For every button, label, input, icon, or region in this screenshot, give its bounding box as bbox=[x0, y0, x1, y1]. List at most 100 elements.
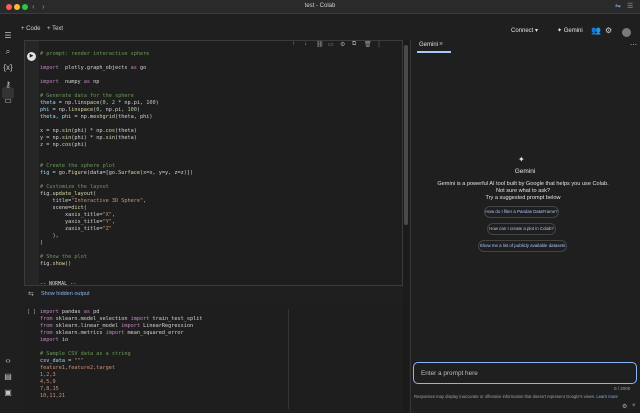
terminal-icon[interactable]: ▣ bbox=[3, 388, 13, 398]
scrollbar-thumb[interactable] bbox=[404, 45, 408, 225]
code-line: csv_data = """ bbox=[40, 358, 84, 364]
tab-underline bbox=[417, 51, 451, 53]
code-line: 1,2,3 bbox=[40, 372, 56, 378]
code-line: scene=dict( bbox=[40, 205, 87, 211]
window-title: test - Colab bbox=[304, 3, 336, 9]
add-code-button[interactable]: + Code bbox=[21, 26, 41, 32]
code-editor[interactable]: # prompt: render interactive sphere impo… bbox=[40, 51, 193, 268]
share-icon[interactable]: ⇋ bbox=[615, 2, 621, 10]
code-cell-2[interactable]: [ ] import pandas as pd from sklearn.mod… bbox=[24, 303, 403, 413]
code-line: 10,11,21 bbox=[40, 393, 65, 399]
code-cell-1[interactable]: ▶ # prompt: render interactive sphere im… bbox=[24, 40, 403, 286]
code-line: yaxis_title="Y", bbox=[40, 219, 115, 225]
link-icon[interactable]: ⛓ bbox=[316, 41, 324, 48]
code-line: fig = go.Figure(data=[go.Surface(x=x, y=… bbox=[40, 170, 194, 176]
chevron-down-icon: ▾ bbox=[535, 28, 539, 34]
code-line: phi = np.linspace(0, np.pi, 100) bbox=[40, 107, 140, 113]
comment-icon[interactable]: ▭ bbox=[328, 41, 334, 48]
mirror-cell-icon[interactable]: ⧉ bbox=[352, 41, 356, 48]
code-line: y = np.sin(phi) * np.sin(theta) bbox=[40, 135, 137, 141]
code-line: from sklearn.model_selection import trai… bbox=[40, 316, 203, 322]
search-icon[interactable]: ⌕ bbox=[3, 47, 13, 57]
avatar[interactable] bbox=[622, 28, 631, 37]
gemini-title: Gemini bbox=[514, 168, 536, 175]
close-icon[interactable]: × bbox=[439, 41, 443, 48]
add-text-label: Text bbox=[52, 26, 64, 32]
settings-gear-icon[interactable]: ⚙ bbox=[605, 26, 612, 35]
left-rail: ☰ ⌕ {x} ⚷ ▭ ‹› ▤ ▣ bbox=[0, 26, 16, 413]
code-line: # Sample CSV data as a string bbox=[40, 351, 131, 357]
suggestion-chip[interactable]: How can I create a plot in Colab? bbox=[487, 223, 556, 235]
code-line: xaxis_title="X", bbox=[40, 212, 115, 218]
command-palette-icon[interactable]: ▤ bbox=[3, 372, 13, 382]
code-line: # Customize the layout bbox=[40, 184, 109, 190]
more-options-icon[interactable]: ⋮ bbox=[376, 41, 382, 48]
code-line: # Generate data for the sphere bbox=[40, 93, 134, 99]
output-toggle-icon[interactable]: ⇆ bbox=[28, 290, 34, 298]
menu-icon[interactable]: ☰ bbox=[627, 2, 633, 10]
add-text-button[interactable]: + Text bbox=[47, 26, 63, 32]
code-line: # prompt: render interactive sphere bbox=[40, 51, 150, 57]
output-row: ⇆ Show hidden output bbox=[24, 287, 403, 301]
code-line: # Show the plot bbox=[40, 254, 87, 260]
disclaimer-text: Responses may display inaccurate or offe… bbox=[414, 394, 596, 399]
code-line: 7,8,15 bbox=[40, 386, 59, 392]
code-line: from sklearn.linear_model import LinearR… bbox=[40, 323, 194, 329]
gemini-suggest-hint: Try a suggested prompt below bbox=[485, 195, 561, 201]
people-icon[interactable]: 👥 bbox=[591, 26, 601, 35]
gemini-sparkle-icon: ✦ bbox=[518, 155, 525, 164]
move-down-icon[interactable]: ↓ bbox=[304, 41, 307, 47]
code-line: x = np.sin(phi) * np.cos(theta) bbox=[40, 128, 137, 134]
connect-button[interactable]: Connect ▾ bbox=[511, 27, 538, 34]
code-line: import numpy as np bbox=[40, 79, 100, 85]
notebook-toolbar: + Code + Text Connect ▾ ✦ Gemini 👥 ⚙ bbox=[0, 24, 640, 40]
run-cell-play-icon[interactable]: ▶ bbox=[27, 52, 36, 61]
secrets-key-icon[interactable]: ⚷ bbox=[3, 80, 13, 90]
gemini-button[interactable]: ✦ Gemini bbox=[557, 27, 583, 34]
gemini-disclaimer: Responses may display inaccurate or offe… bbox=[414, 394, 618, 399]
code-line: title="Interactive 3D Sphere", bbox=[40, 198, 147, 204]
code-line: import pandas as pd bbox=[40, 309, 100, 315]
code-line: # Create the sphere plot bbox=[40, 163, 115, 169]
code-line: theta = np.linspace(0, 2 * np.pi, 100) bbox=[40, 100, 159, 106]
code-line: fig.show() bbox=[40, 261, 72, 267]
learn-more-link[interactable]: Learn more bbox=[596, 394, 617, 399]
table-of-contents-icon[interactable]: ☰ bbox=[3, 31, 13, 41]
code-line: 4,5,9 bbox=[40, 379, 56, 385]
show-hidden-output-link[interactable]: Show hidden output bbox=[41, 291, 90, 297]
cell-gutter: ▶ bbox=[25, 41, 39, 285]
files-folder-icon[interactable]: ▭ bbox=[3, 96, 13, 106]
close-icon[interactable]: × bbox=[632, 403, 636, 409]
code-line: ) bbox=[40, 240, 44, 246]
code-line: fig.update_layout( bbox=[40, 191, 97, 197]
gemini-prompt-input[interactable]: Enter a prompt here bbox=[413, 362, 637, 384]
gemini-description: Gemini is a powerful AI tool built by Go… bbox=[437, 181, 609, 187]
suggestion-chip[interactable]: Show me a list of publicly available dat… bbox=[478, 240, 567, 252]
add-code-label: Code bbox=[26, 26, 41, 32]
code-snippets-icon[interactable]: ‹› bbox=[3, 356, 13, 366]
move-up-icon[interactable]: ↑ bbox=[292, 41, 295, 47]
code-line: ), bbox=[40, 233, 59, 239]
cell-run-bracket[interactable]: [ ] bbox=[27, 309, 36, 315]
variables-icon[interactable]: {x} bbox=[3, 63, 13, 73]
code-line: z = np.cos(phi) bbox=[40, 142, 87, 148]
prompt-placeholder: Enter a prompt here bbox=[421, 370, 478, 377]
more-options-icon[interactable]: ⋯ bbox=[630, 41, 637, 49]
title-bar: ‹ › test - Colab ⇋ ☰ bbox=[0, 0, 640, 14]
gemini-prompt-hint: Not sure what to ask? bbox=[495, 188, 551, 194]
character-counter: 0 / 2000 bbox=[614, 386, 631, 391]
code-line: theta, phi = np.meshgrid(theta, phi) bbox=[40, 114, 153, 120]
code-line: import io bbox=[40, 337, 69, 343]
code-line: from sklearn.metrics import mean_squared… bbox=[40, 330, 184, 336]
delete-trash-icon[interactable]: 🗑 bbox=[364, 41, 372, 48]
code-line: import plotly.graph_objects as go bbox=[40, 65, 147, 71]
code-editor[interactable]: import pandas as pd from sklearn.model_s… bbox=[40, 309, 202, 400]
connect-label: Connect bbox=[511, 28, 534, 34]
code-line: feature1,feature2,target bbox=[40, 365, 115, 371]
sparkle-icon: ✦ bbox=[557, 28, 563, 34]
settings-gear-icon[interactable]: ⚙ bbox=[622, 403, 627, 410]
edit-settings-icon[interactable]: ⚙ bbox=[340, 41, 345, 48]
code-line: zaxis_title="Z" bbox=[40, 226, 112, 232]
gemini-tab[interactable]: Gemini bbox=[419, 42, 438, 48]
suggestion-chip[interactable]: How do I filter a Pandas DataFrame? bbox=[484, 206, 559, 218]
